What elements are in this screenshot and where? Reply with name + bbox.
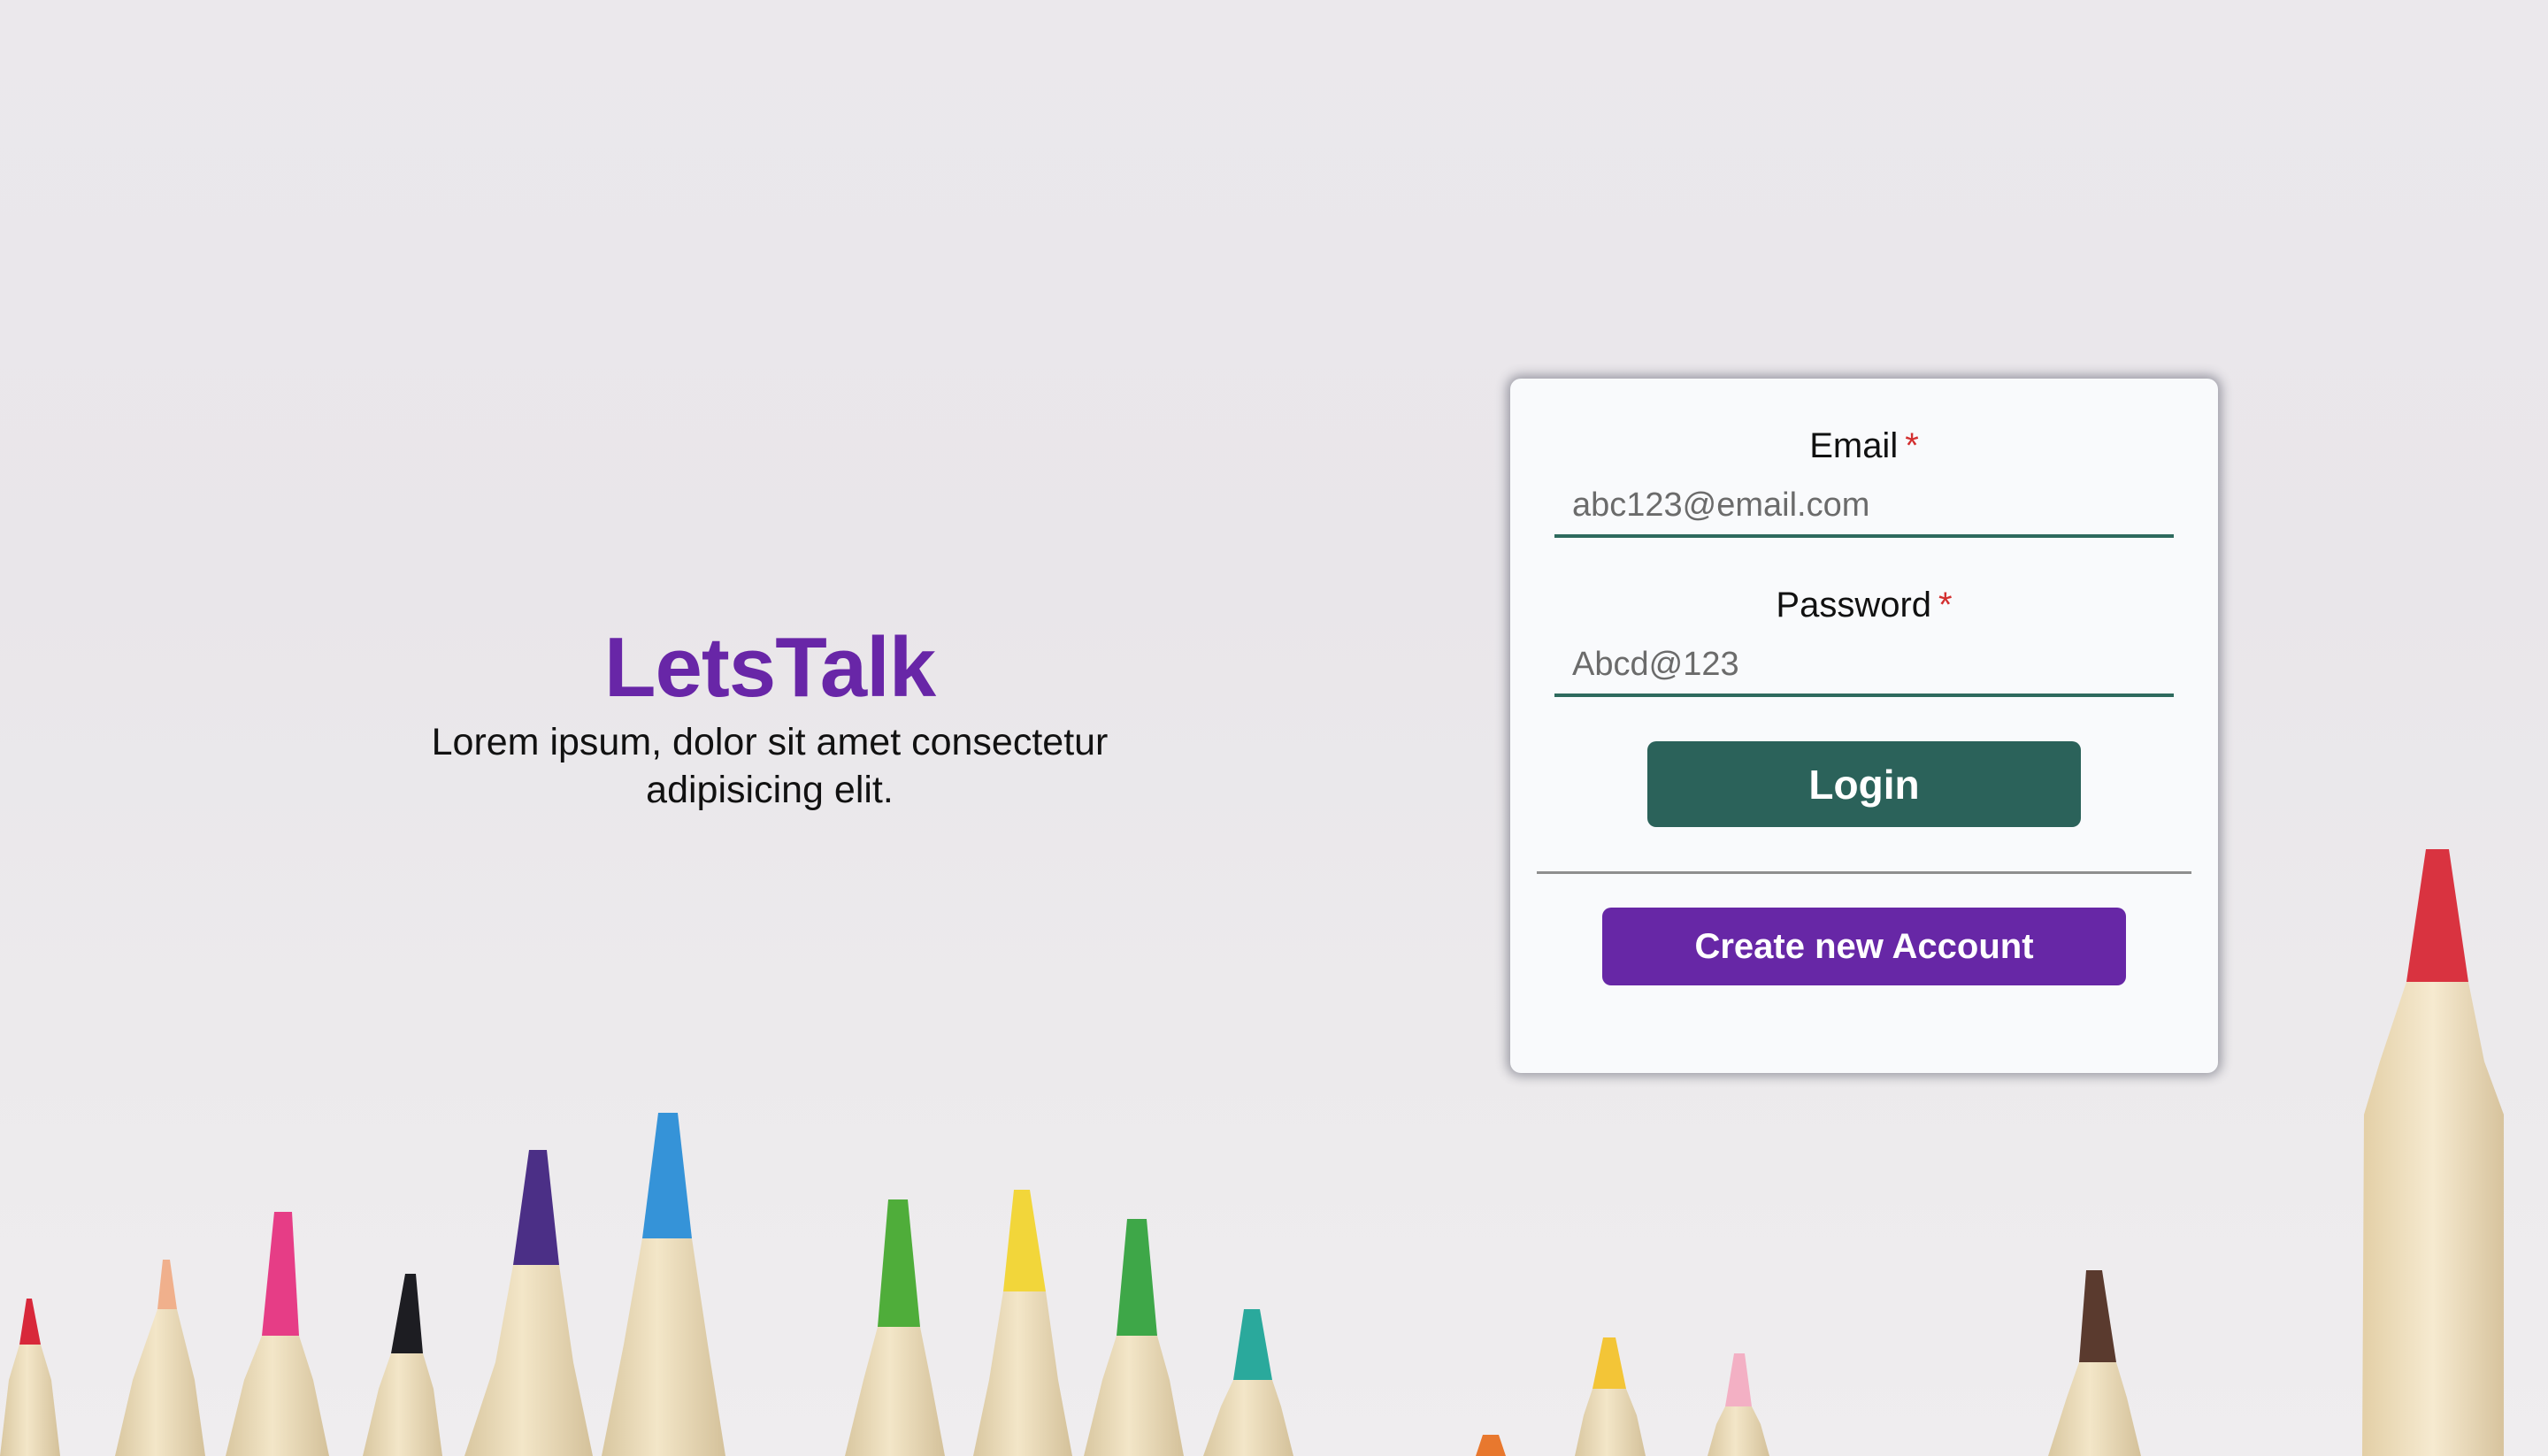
pencil-black-icon <box>363 1274 442 1456</box>
brand-title: LetsTalk <box>603 620 936 715</box>
form-divider <box>1537 871 2191 874</box>
password-required-mark: * <box>1938 586 1953 625</box>
pencil-big-red-icon <box>2362 849 2504 1456</box>
email-required-mark: * <box>1905 426 1919 465</box>
pencil-brown-icon <box>2048 1270 2141 1456</box>
pencil-orange-icon <box>1476 1435 1506 1456</box>
pencil-green-icon <box>845 1199 945 1456</box>
email-label: Email * <box>1554 423 2174 469</box>
pencil-teal-icon <box>1203 1309 1293 1456</box>
login-card: Email* Password* Login Create new Accoun… <box>1510 379 2218 1073</box>
email-field-group: Email * <box>1554 423 2174 538</box>
pencil-purple-icon <box>464 1150 593 1456</box>
pencil-blue-icon <box>602 1113 725 1456</box>
pencil-peach-icon <box>115 1260 205 1456</box>
password-input[interactable] <box>1554 635 2174 697</box>
brand-tagline: Lorem ipsum, dolor sit amet consectetur … <box>431 721 1109 811</box>
password-label: Password * <box>1554 582 2174 628</box>
login-button[interactable]: Login <box>1647 741 2081 827</box>
email-label-text: Email <box>1809 426 1899 465</box>
password-label-text: Password <box>1776 586 1932 625</box>
email-input[interactable] <box>1554 476 2174 538</box>
pencil-yellow-2-icon <box>1575 1337 1646 1456</box>
pencil-yellow-icon <box>973 1190 1072 1456</box>
pencil-green-2-icon <box>1084 1219 1184 1456</box>
create-account-button[interactable]: Create new Account <box>1602 908 2126 985</box>
hero-section: LetsTalk Lorem ipsum, dolor sit amet con… <box>372 619 1168 814</box>
pencil-lightpink-icon <box>1708 1353 1769 1456</box>
pencil-pink-icon <box>226 1212 329 1456</box>
password-field-group: Password * <box>1554 582 2174 697</box>
pencil-red-icon <box>0 1299 60 1456</box>
